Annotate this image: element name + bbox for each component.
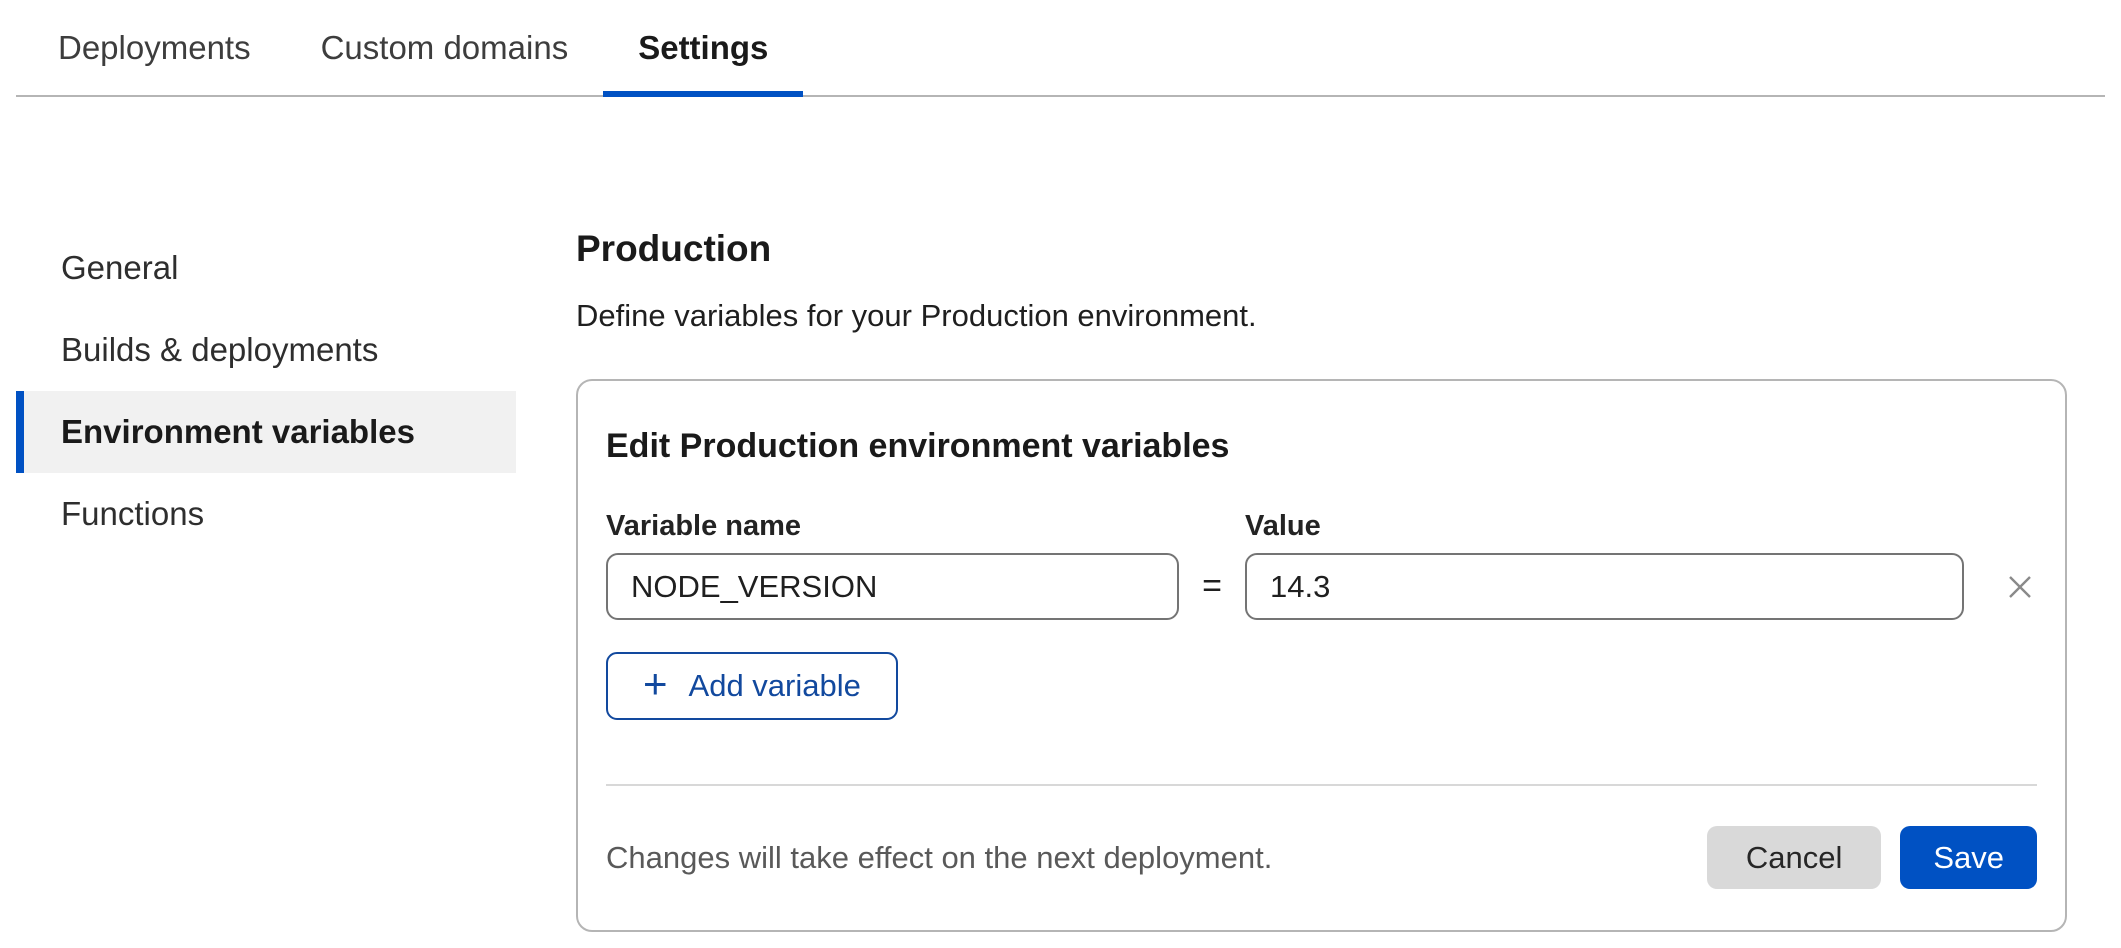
- page-title: Production: [576, 227, 2067, 271]
- settings-layout: General Builds & deployments Environment…: [0, 97, 2121, 932]
- variable-value-input[interactable]: [1245, 553, 1964, 620]
- footer-note: Changes will take effect on the next dep…: [606, 840, 1707, 876]
- card-title: Edit Production environment variables: [606, 425, 2037, 467]
- page-description: Define variables for your Production env…: [576, 297, 2067, 335]
- environment-variables-card: Edit Production environment variables Va…: [576, 379, 2067, 932]
- sidebar-item-builds-deployments[interactable]: Builds & deployments: [16, 309, 516, 391]
- card-footer: Changes will take effect on the next dep…: [606, 786, 2037, 929]
- tab-bar: Deployments Custom domains Settings: [16, 0, 2105, 97]
- settings-main: Production Define variables for your Pro…: [576, 227, 2067, 932]
- variable-name-input[interactable]: [606, 553, 1179, 620]
- sidebar-item-functions[interactable]: Functions: [16, 473, 516, 555]
- variable-name-column: Variable name: [606, 509, 1179, 620]
- remove-variable-button[interactable]: [2003, 553, 2037, 620]
- add-variable-button[interactable]: + Add variable: [606, 652, 898, 720]
- sidebar-item-general[interactable]: General: [16, 227, 516, 309]
- x-icon: [2005, 572, 2035, 602]
- plus-icon: +: [643, 663, 668, 705]
- variable-row: Variable name = Value: [606, 509, 2037, 620]
- variable-value-column: Value: [1245, 509, 1964, 620]
- tab-deployments[interactable]: Deployments: [23, 0, 286, 95]
- cancel-button[interactable]: Cancel: [1707, 826, 1882, 889]
- sidebar-item-environment-variables[interactable]: Environment variables: [16, 391, 516, 473]
- add-variable-label: Add variable: [689, 668, 861, 704]
- tab-settings[interactable]: Settings: [603, 0, 803, 95]
- settings-sidebar: General Builds & deployments Environment…: [16, 227, 516, 555]
- tab-custom-domains[interactable]: Custom domains: [286, 0, 604, 95]
- variable-name-label: Variable name: [606, 509, 1179, 543]
- equals-sign: =: [1179, 553, 1245, 620]
- save-button[interactable]: Save: [1900, 826, 2037, 889]
- variable-value-label: Value: [1245, 509, 1964, 543]
